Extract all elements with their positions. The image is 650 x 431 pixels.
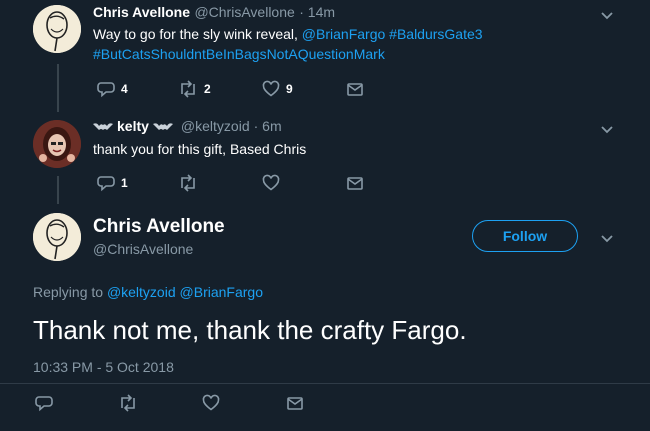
like-button[interactable]: 9 [262,80,293,98]
divider [0,383,650,384]
main-author-name[interactable]: Chris Avellone [93,216,225,238]
replying-to-label: Replying to [33,284,104,300]
retweet-button[interactable] [118,394,138,412]
reply-count: 1 [121,176,128,190]
mention-link[interactable]: @keltyzoid [107,284,176,300]
reply-button[interactable]: 1 [97,174,128,192]
retweet-button[interactable]: 2 [178,80,211,98]
tweet-text-content: Way to go for the sly wink reveal, [93,26,298,42]
like-count: 9 [286,82,293,96]
message-button[interactable] [346,174,364,192]
hashtag-link[interactable]: #ButCatsShouldntBeInBagsNotAQuestionMark [93,46,385,62]
thread-line [57,64,59,112]
tweet-time[interactable]: · 6m [254,118,282,134]
retweet-button[interactable] [178,174,198,192]
avatar[interactable] [33,5,81,53]
bat-icon [93,123,113,130]
avatar[interactable] [33,120,81,168]
reply-icon [97,82,115,98]
mention-link[interactable]: @BrianFargo [302,26,385,42]
avatar-portrait-icon [33,120,81,168]
author-name[interactable]: kelty [117,118,149,134]
avatar-sketch-icon [33,5,81,53]
heart-icon [262,80,280,97]
chevron-down-icon[interactable] [601,233,613,245]
reply-icon [35,396,53,412]
reply-button[interactable]: 4 [97,80,128,98]
reply-button[interactable] [35,394,53,412]
main-author-handle[interactable]: @ChrisAvellone [93,241,193,257]
reply-icon [97,176,115,192]
retweet-icon [181,80,195,98]
avatar-sketch-icon [33,213,81,261]
envelope-icon [347,177,363,190]
heart-icon [202,394,220,411]
chevron-down-icon[interactable] [601,10,613,22]
follow-button[interactable]: Follow [472,220,578,252]
retweet-icon [181,174,195,192]
tweet-timestamp[interactable]: 10:33 PM - 5 Oct 2018 [33,359,174,375]
message-button[interactable] [346,80,364,98]
retweet-icon [121,394,135,412]
like-button[interactable] [202,394,220,412]
like-button[interactable] [262,174,280,192]
envelope-icon [287,397,303,410]
thread-line [57,176,59,204]
bat-icon [152,123,173,130]
reply-count: 4 [121,82,128,96]
envelope-icon [347,83,363,96]
main-tweet-text: Thank not me, thank the crafty Fargo. [33,315,467,345]
chevron-down-icon[interactable] [601,124,613,136]
author-handle[interactable]: @ChrisAvellone [194,4,294,20]
tweet-text: thank you for this gift, Based Chris [93,141,307,157]
retweet-count: 2 [204,82,211,96]
heart-icon [262,174,280,191]
author-handle[interactable]: @keltyzoid [181,118,250,134]
tweet-time[interactable]: · 14m [299,4,335,20]
hashtag-link[interactable]: #BaldursGate3 [389,26,482,42]
message-button[interactable] [286,394,304,412]
mention-link[interactable]: @BrianFargo [180,284,263,300]
tweet-text: Way to go for the sly wink reveal, @Bria… [93,24,563,64]
replying-to: Replying to @keltyzoid @BrianFargo [33,284,263,300]
avatar[interactable] [33,213,81,261]
author-name[interactable]: Chris Avellone [93,4,190,20]
